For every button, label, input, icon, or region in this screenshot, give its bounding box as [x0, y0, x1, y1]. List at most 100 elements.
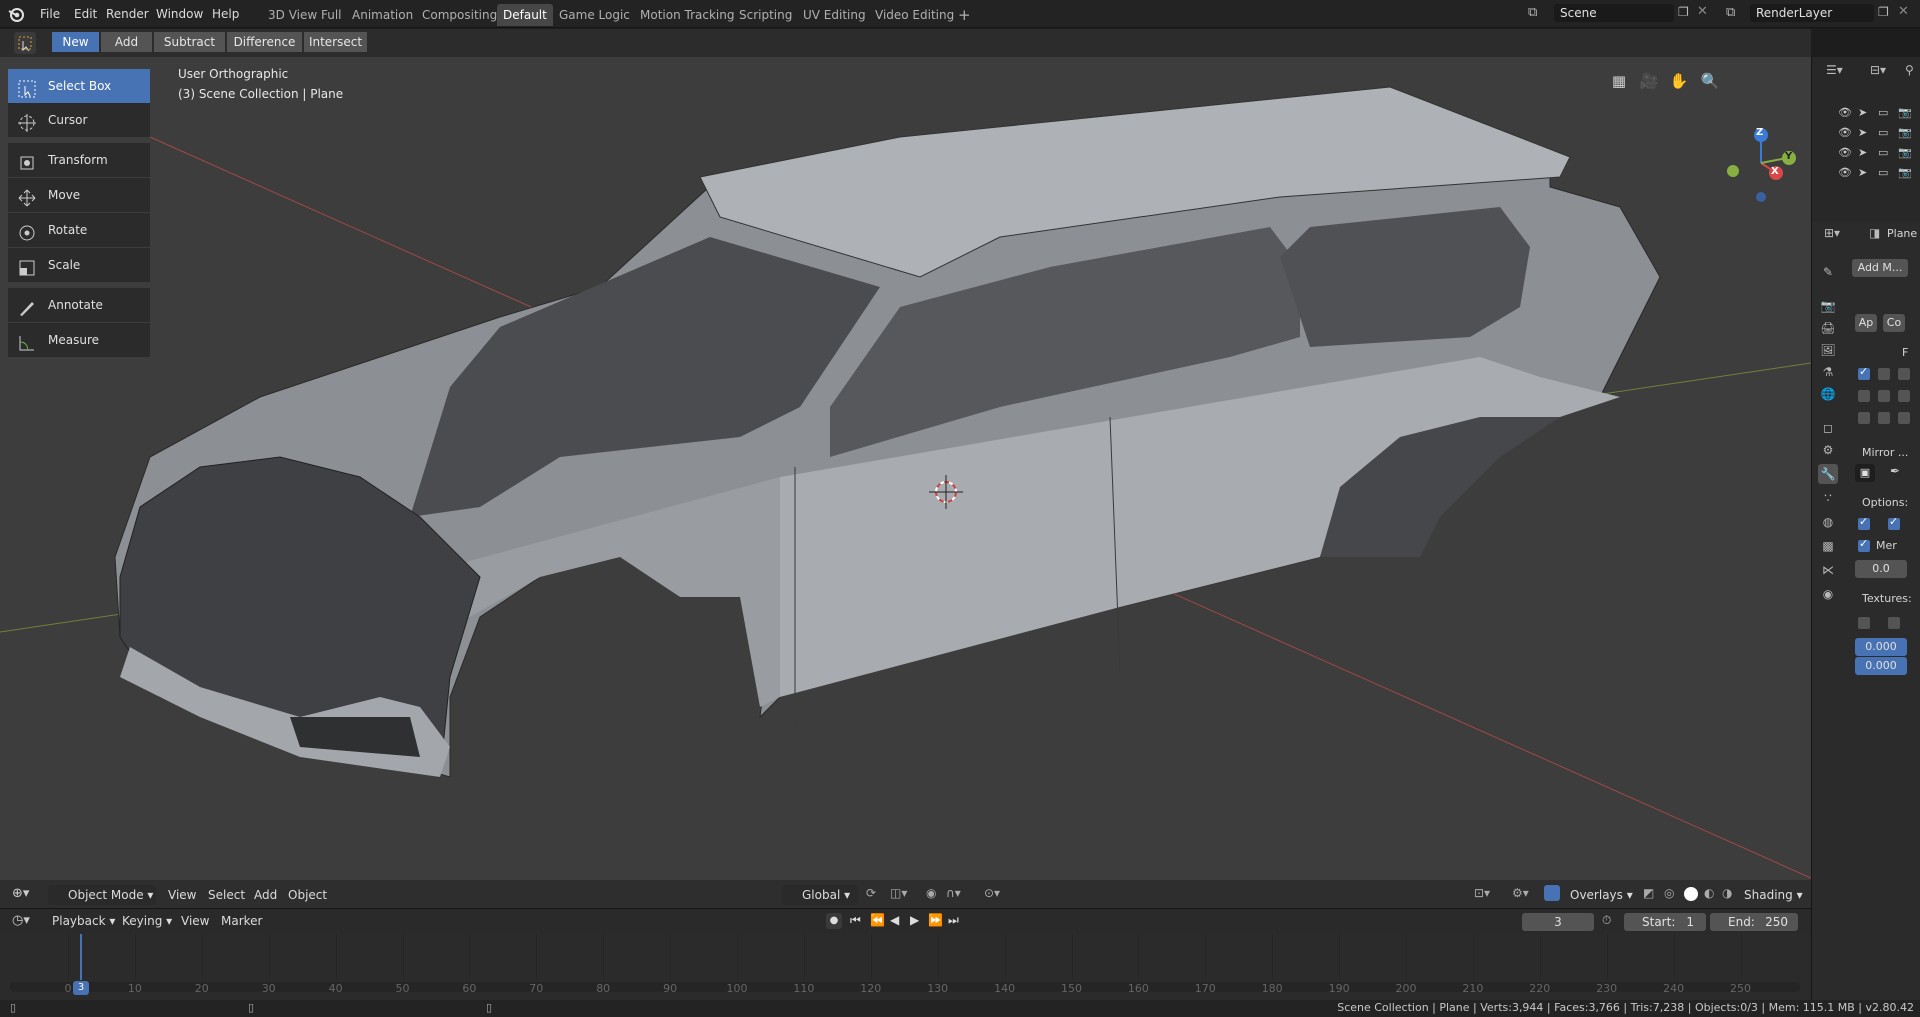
menu-marker[interactable]: Marker: [221, 912, 262, 930]
blender-logo-icon[interactable]: [8, 6, 25, 23]
texture-u-checkbox[interactable]: [1858, 617, 1870, 629]
tab-game-logic[interactable]: Game Logic: [553, 4, 636, 26]
outliner-editor-icon[interactable]: ☰▾: [1826, 63, 1843, 77]
tool-annotate[interactable]: Annotate: [8, 288, 150, 322]
playhead-line[interactable]: [80, 934, 82, 980]
editor-type-icon[interactable]: ⊕▾: [12, 886, 29, 901]
tool-cursor[interactable]: Cursor: [8, 103, 150, 137]
display-mode-icon[interactable]: ⊟▾: [1870, 63, 1886, 77]
merge-checkbox[interactable]: [1858, 537, 1870, 552]
overlays-dropdown[interactable]: Overlays ▾: [1570, 886, 1633, 904]
tool-rotate[interactable]: Rotate: [8, 213, 150, 247]
tool-select-box[interactable]: Select Box: [8, 69, 150, 103]
menu-add[interactable]: Add: [254, 886, 277, 904]
merge-distance-field[interactable]: 0.0: [1855, 560, 1907, 578]
object-mode-dropdown[interactable]: Object Mode ▾: [48, 885, 156, 905]
rendered-shading-icon[interactable]: ◑: [1722, 886, 1732, 900]
gizmo-x-label[interactable]: X: [1771, 166, 1779, 177]
current-frame-field[interactable]: 3: [1522, 913, 1594, 931]
tool-measure[interactable]: Measure: [8, 323, 150, 357]
jump-start-icon[interactable]: ⏮: [850, 913, 861, 928]
tab-default[interactable]: Default: [497, 4, 553, 26]
3d-viewport[interactable]: Select Box Cursor Transform Move Rotate …: [0, 57, 1811, 880]
modifiers-tab-icon[interactable]: 🔧: [1818, 464, 1838, 484]
timeline-editor-icon[interactable]: ◷▾: [12, 913, 30, 928]
tab-motion-tracking[interactable]: Motion Tracking: [634, 4, 740, 26]
world-tab-icon[interactable]: 🌐: [1818, 384, 1838, 404]
solid-shading-icon[interactable]: [1684, 887, 1698, 901]
gizmo-toggle-icon[interactable]: ⚙▾: [1512, 886, 1529, 900]
render-tab-icon[interactable]: 📷: [1818, 296, 1838, 316]
clock-icon[interactable]: ⏱: [1602, 913, 1611, 928]
view-object-types-icon[interactable]: ⊡▾: [1474, 886, 1490, 900]
selectable-icon[interactable]: ➤: [1858, 106, 1867, 119]
data-tab-icon[interactable]: ⋉: [1818, 560, 1838, 580]
toggle-grid-icon[interactable]: ▦: [1606, 68, 1632, 94]
overlays-icon[interactable]: [1544, 885, 1560, 901]
menu-select[interactable]: Select: [208, 886, 245, 904]
visibility-icon[interactable]: 👁: [1838, 146, 1852, 159]
mode-new-button[interactable]: New: [52, 32, 100, 52]
menu-timeline-view[interactable]: View: [181, 912, 209, 930]
tab-video-editing[interactable]: Video Editing: [869, 4, 960, 26]
texture-v-checkbox[interactable]: [1888, 617, 1900, 629]
render-icon[interactable]: 📷: [1898, 146, 1912, 159]
mode-subtract-button[interactable]: Subtract: [154, 32, 226, 52]
constraints-tab-icon[interactable]: ⚙: [1818, 440, 1838, 460]
selectable-icon[interactable]: ➤: [1858, 146, 1867, 159]
tool-transform[interactable]: Transform: [8, 143, 150, 177]
viewport-icon[interactable]: ▭: [1878, 166, 1888, 179]
visibility-icon[interactable]: 👁: [1838, 166, 1852, 179]
flip-x-checkbox[interactable]: [1858, 412, 1870, 424]
viewport-icon[interactable]: ▭: [1878, 146, 1888, 159]
jump-end-icon[interactable]: ⏭: [948, 913, 959, 928]
flip-z-checkbox[interactable]: [1898, 412, 1910, 424]
delete-scene-icon[interactable]: ✕: [1697, 4, 1708, 19]
tool-scale[interactable]: Scale: [8, 248, 150, 282]
snap-icon[interactable]: ◫▾: [890, 886, 907, 900]
xray-icon[interactable]: ◩: [1643, 886, 1654, 900]
add-modifier-dropdown[interactable]: Add M...: [1852, 259, 1908, 277]
axis-z-checkbox[interactable]: [1898, 368, 1910, 380]
selectable-icon[interactable]: ➤: [1858, 126, 1867, 139]
menu-window[interactable]: Window: [150, 4, 209, 24]
copy-scene-icon[interactable]: ❐: [1678, 5, 1689, 19]
object-tab-icon[interactable]: ◻: [1818, 418, 1838, 438]
prev-keyframe-icon[interactable]: ⏪: [870, 913, 885, 927]
render-icon[interactable]: 📷: [1898, 106, 1912, 119]
scene-icon[interactable]: ⧉: [1528, 5, 1537, 20]
mode-add-button[interactable]: Add: [101, 32, 153, 52]
menu-object[interactable]: Object: [288, 886, 327, 904]
render-layer-field[interactable]: RenderLayer: [1750, 4, 1874, 22]
viewport-icon[interactable]: ▭: [1878, 126, 1888, 139]
play-reverse-icon[interactable]: ◀: [890, 913, 899, 927]
material-shading-icon[interactable]: ◐: [1704, 886, 1714, 900]
bisect-y-checkbox[interactable]: [1878, 390, 1890, 402]
tab-uv-editing[interactable]: UV Editing: [797, 4, 872, 26]
transform-gizmo-icon[interactable]: ⊙▾: [984, 886, 1000, 900]
gizmo-z-label[interactable]: Z: [1756, 127, 1763, 138]
shading-tab-icon[interactable]: ◉: [1818, 584, 1838, 604]
properties-editor-icon[interactable]: ⊞▾: [1824, 226, 1840, 240]
camera-view-icon[interactable]: 🎥: [1636, 68, 1662, 94]
selectable-icon[interactable]: ➤: [1858, 166, 1867, 179]
next-keyframe-icon[interactable]: ⏩: [928, 913, 943, 927]
tab-3d-view-full[interactable]: 3D View Full: [262, 4, 348, 26]
copy-button[interactable]: Co: [1883, 314, 1905, 332]
visibility-icon[interactable]: 👁: [1838, 106, 1852, 119]
filter-icon[interactable]: ⚲: [1905, 63, 1914, 77]
scene-name-field[interactable]: Scene: [1554, 4, 1674, 22]
start-frame-field[interactable]: Start: 1: [1624, 913, 1706, 931]
tab-compositing[interactable]: Compositing: [416, 4, 503, 26]
menu-help[interactable]: Help: [206, 4, 245, 24]
menu-file[interactable]: File: [34, 4, 66, 24]
axis-y-checkbox[interactable]: [1878, 368, 1890, 380]
gizmo-y-label[interactable]: Y: [1785, 151, 1792, 162]
timeline-area[interactable]: 0102030405060708090100110120130140150160…: [0, 934, 1811, 1000]
add-workspace-button[interactable]: +: [952, 4, 977, 26]
copy-layer-icon[interactable]: ❐: [1878, 5, 1889, 19]
texture-tab-icon[interactable]: ▩: [1818, 536, 1838, 556]
wireframe-shading-icon[interactable]: ◎: [1664, 886, 1674, 900]
visibility-icon[interactable]: 👁: [1838, 126, 1852, 139]
tab-animation[interactable]: Animation: [346, 4, 419, 26]
